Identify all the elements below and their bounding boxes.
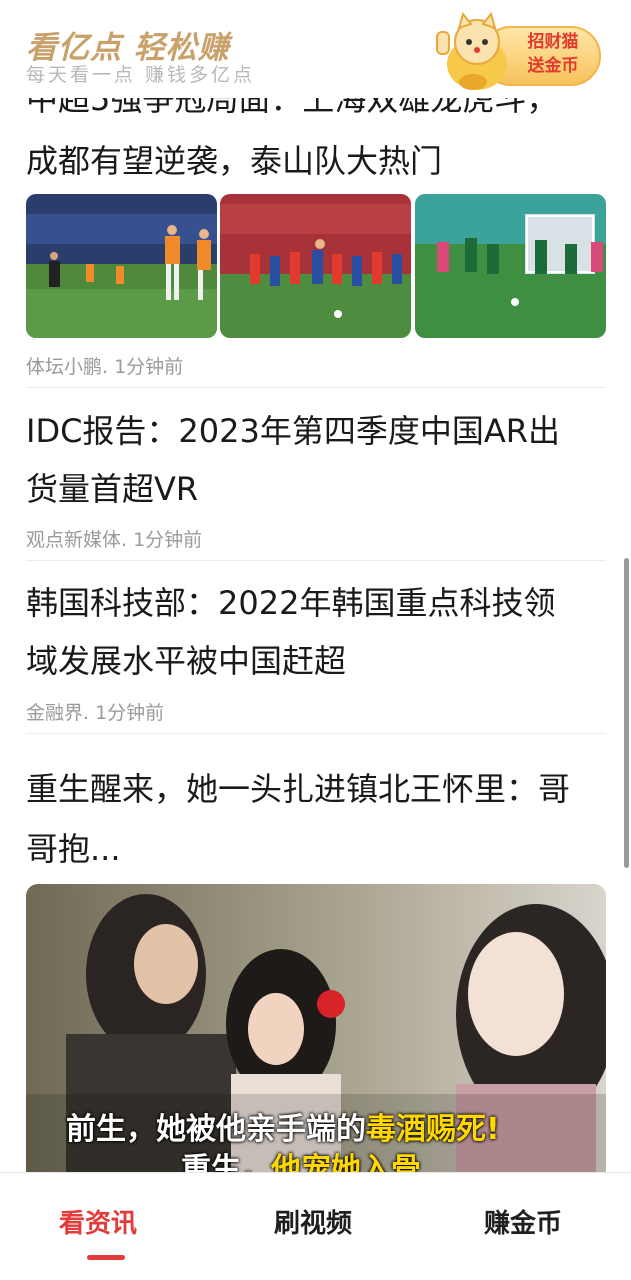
caption-text: 前生，她被他亲手端的 [66, 1112, 366, 1147]
bottom-nav: 看资讯 刷视频 赚金币 [0, 1172, 631, 1280]
news-title-line2: 成都有望逆袭，泰山队大热门 [26, 142, 443, 180]
news-meta: 体坛小鹏. 1分钟前 [26, 356, 184, 378]
promo-text: 招财猫 送金币 [513, 30, 593, 78]
football-goal-celebration-image [26, 194, 217, 338]
news-title-line1: 韩国科技部：2022年韩国重点科技领 [26, 584, 556, 622]
news-title-line1: IDC报告：2023年第四季度中国AR出 [26, 412, 560, 450]
caption-highlight: 毒酒赐死! [366, 1112, 500, 1147]
football-match-action-image [220, 194, 411, 338]
news-title-line2: 哥抱... [26, 830, 121, 868]
cover-caption-line2: 重生，他宠她入骨 [181, 1144, 421, 1172]
news-feed[interactable]: 中超5强争冠局面：上海双雄龙虎斗， 成都有望逆袭，泰山队大热门 体坛小鹏. 1分… [0, 0, 631, 1172]
active-tab-indicator [87, 1255, 125, 1260]
lucky-cat-icon [436, 12, 507, 90]
caption-highlight: 他宠她入骨 [271, 1152, 421, 1172]
divider [26, 560, 606, 561]
tab-earn-coins[interactable]: 赚金币 [484, 1203, 562, 1240]
app-slogan: 每天看一点 赚钱多亿点 [26, 64, 256, 86]
news-cover-image[interactable]: 前生，她被他亲手端的毒酒赐死! 重生，他宠她入骨 [26, 884, 606, 1172]
promo-line1: 招财猫 [527, 32, 579, 52]
cover-caption-line1: 前生，她被他亲手端的毒酒赐死! [66, 1104, 500, 1148]
feed-scrollbar[interactable] [624, 558, 629, 868]
news-title-line2: 货量首超VR [26, 470, 199, 508]
app-header: 看亿点 轻松赚 每天看一点 赚钱多亿点 招财猫 送金币 [0, 0, 631, 98]
football-training-green-image [415, 194, 606, 338]
lucky-cat-promo-button[interactable]: 招财猫 送金币 [433, 10, 609, 92]
divider [26, 387, 606, 388]
news-title-line1: 重生醒来，她一头扎进镇北王怀里：哥 [26, 770, 571, 808]
promo-line2: 送金币 [527, 56, 579, 76]
caption-text: 重生， [181, 1152, 271, 1172]
divider [26, 733, 606, 734]
news-meta: 金融界. 1分钟前 [26, 702, 165, 724]
news-thumbnail-3[interactable] [415, 194, 606, 338]
news-meta: 观点新媒体. 1分钟前 [26, 529, 203, 551]
tab-news[interactable]: 看资讯 [59, 1203, 137, 1240]
tab-videos[interactable]: 刷视频 [274, 1203, 352, 1240]
news-thumbnail-1[interactable] [26, 194, 217, 338]
news-title-line2: 域发展水平被中国赶超 [26, 642, 347, 680]
news-thumbnail-2[interactable] [220, 194, 411, 338]
